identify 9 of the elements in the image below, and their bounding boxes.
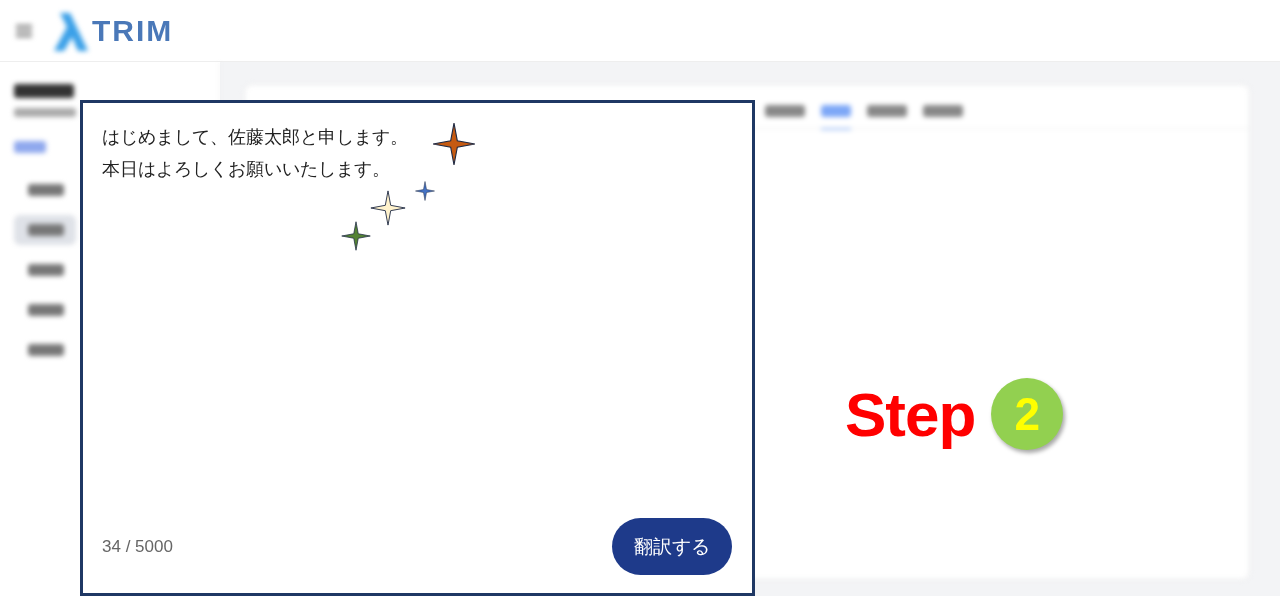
translate-button[interactable]: 翻訳する [612,518,732,575]
blurred-subtitle [14,108,76,117]
input-text-line: 本日はよろしくお願いいたします。 [102,157,391,181]
sidebar-item[interactable] [14,215,76,245]
input-text-line: はじめまして、佐藤太郎と申します。 [102,125,409,149]
logo-text: TRIM [92,13,174,48]
step-label: Step [845,378,976,450]
blurred-heading [14,84,74,98]
character-counter: 34 / 5000 [102,536,173,557]
